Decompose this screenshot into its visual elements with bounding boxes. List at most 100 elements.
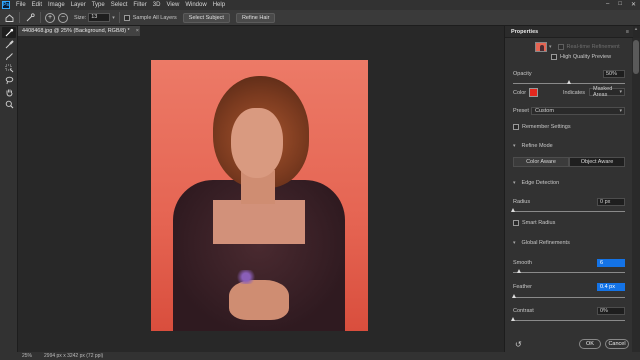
maximize-button[interactable]: □ [618,1,622,8]
zoom-tool-icon[interactable] [2,99,16,110]
opacity-slider-handle[interactable] [566,80,571,84]
reset-icon[interactable]: ↺ [515,340,522,349]
smooth-slider-handle[interactable] [517,269,522,273]
chevron-down-icon: ▾ [619,89,622,95]
menu-help[interactable]: Help [210,2,228,8]
minimize-button[interactable]: – [606,1,609,8]
radius-row: Radius [513,199,530,205]
menu-image[interactable]: Image [45,2,68,8]
hand-tool-icon[interactable] [2,87,16,98]
feather-slider-handle[interactable] [511,294,516,298]
chevron-down-icon: ▾ [619,108,622,114]
feather-label: Feather [513,284,532,290]
object-aware-button[interactable]: Object Aware [569,157,625,167]
document-tab[interactable]: 4408468.jpg @ 25% (Background, RGB/8) * … [18,26,140,36]
preset-value: Custom [535,108,554,114]
menu-layer[interactable]: Layer [68,2,89,8]
indicates-select[interactable]: Masked Areas ▾ [589,86,625,98]
select-subject-button[interactable]: Select Subject [182,12,230,23]
add-to-selection-icon[interactable]: + [45,12,55,23]
menu-file[interactable]: File [13,2,29,8]
image-neckline [213,200,305,244]
remember-settings-row: Remember Settings [513,124,571,130]
scroll-up-icon[interactable]: ▴ [632,26,640,36]
options-bar: + − Size: 13 ▾ Sample All Layers Select … [0,10,640,26]
document-info: 2994 px x 3242 px (72 ppi) [44,353,104,359]
edge-detection-title: Edge Detection [521,180,560,186]
contrast-slider-track[interactable] [513,320,625,321]
refine-hair-button[interactable]: Refine Hair [235,12,276,23]
menu-view[interactable]: View [163,2,182,8]
color-aware-button[interactable]: Color Aware [513,157,569,167]
refine-mode-header[interactable]: ▾ Refine Mode [513,143,553,149]
radius-slider-handle[interactable] [510,208,515,212]
window-controls: – □ ✕ [606,1,636,8]
edge-detection-header[interactable]: ▾ Edge Detection [513,180,559,186]
refine-edge-brush-icon[interactable] [2,39,16,50]
close-window-button[interactable]: ✕ [631,1,636,8]
panel-scrollbar-thumb[interactable] [633,40,639,74]
panel-menu-icon[interactable]: ≡ [626,29,629,35]
menu-3d[interactable]: 3D [150,2,164,8]
close-document-icon[interactable]: × [136,28,139,34]
chevron-down-icon[interactable]: ▾ [549,44,552,50]
subtract-from-selection-icon[interactable]: − [58,12,68,23]
brush-tool-icon[interactable] [2,51,16,62]
smart-radius-row: Smart Radius [513,220,555,226]
refine-mode-title: Refine Mode [521,143,553,149]
contrast-row: Contrast [513,308,534,314]
radius-input[interactable]: 0 px [597,198,625,206]
properties-title: Properties [511,28,539,35]
smart-radius-label: Smart Radius [522,220,556,226]
indicates-row: Indicates [563,90,585,96]
panel-footer: ↺ OK Cancel [505,336,633,352]
divider [19,12,20,23]
zoom-level[interactable]: 25% [22,353,32,359]
view-mode-thumbnail[interactable] [535,42,547,52]
view-mode-row: ▾ Real-time Refinement [513,42,620,52]
status-bar: 25% 2994 px x 3242 px (72 ppi) [0,352,640,360]
size-input[interactable]: 13 [88,13,111,22]
feather-input[interactable]: 0.4 px [597,283,625,291]
smart-radius-checkbox[interactable] [513,220,519,226]
size-label: Size: [74,14,87,21]
contrast-input[interactable]: 0% [597,307,625,315]
radius-slider-track[interactable] [513,211,625,212]
menu-window[interactable]: Window [182,2,209,8]
realtime-refinement-checkbox[interactable] [557,44,564,50]
quick-selection-tool-icon[interactable] [24,12,36,24]
quick-selection-brush-icon[interactable] [2,27,16,38]
menu-edit[interactable]: Edit [29,2,45,8]
high-quality-preview-checkbox[interactable] [551,54,557,60]
panel-scrollbar[interactable] [632,38,640,352]
canvas-area[interactable] [18,36,504,352]
preset-select[interactable]: Custom ▾ [531,107,625,115]
home-icon[interactable] [3,12,15,24]
chevron-down-icon: ▾ [513,240,516,246]
feather-slider-track[interactable] [513,297,625,298]
photoshop-logo: Ps [2,1,10,9]
properties-tab[interactable]: Properties ≡ [505,26,633,38]
contrast-slider-handle[interactable] [510,317,515,321]
menu-select[interactable]: Select [108,2,131,8]
image-face [231,108,283,178]
menu-type[interactable]: Type [89,2,108,8]
smooth-slider-track[interactable] [513,272,625,273]
smooth-input[interactable]: 6 [597,259,625,267]
document-image[interactable] [151,60,368,331]
global-refinements-title: Global Refinements [521,240,570,246]
global-refinements-header[interactable]: ▾ Global Refinements [513,240,570,246]
sample-all-layers-checkbox[interactable] [123,14,130,21]
menu-bar: Ps File Edit Image Layer Type Select Fil… [0,0,640,10]
lasso-tool-icon[interactable] [2,75,16,86]
properties-panel: Properties ≡ ▾ Real-time Refinement High… [504,26,633,352]
cancel-button[interactable]: Cancel [605,339,629,349]
opacity-input[interactable]: 50% [603,70,625,78]
object-selection-icon[interactable] [2,63,16,74]
chevron-down-icon[interactable]: ▾ [112,15,115,21]
ok-button[interactable]: OK [579,339,601,349]
remember-settings-checkbox[interactable] [513,124,519,130]
contrast-label: Contrast [513,308,534,314]
menu-filter[interactable]: Filter [130,2,149,8]
mask-color-swatch[interactable] [529,88,538,97]
